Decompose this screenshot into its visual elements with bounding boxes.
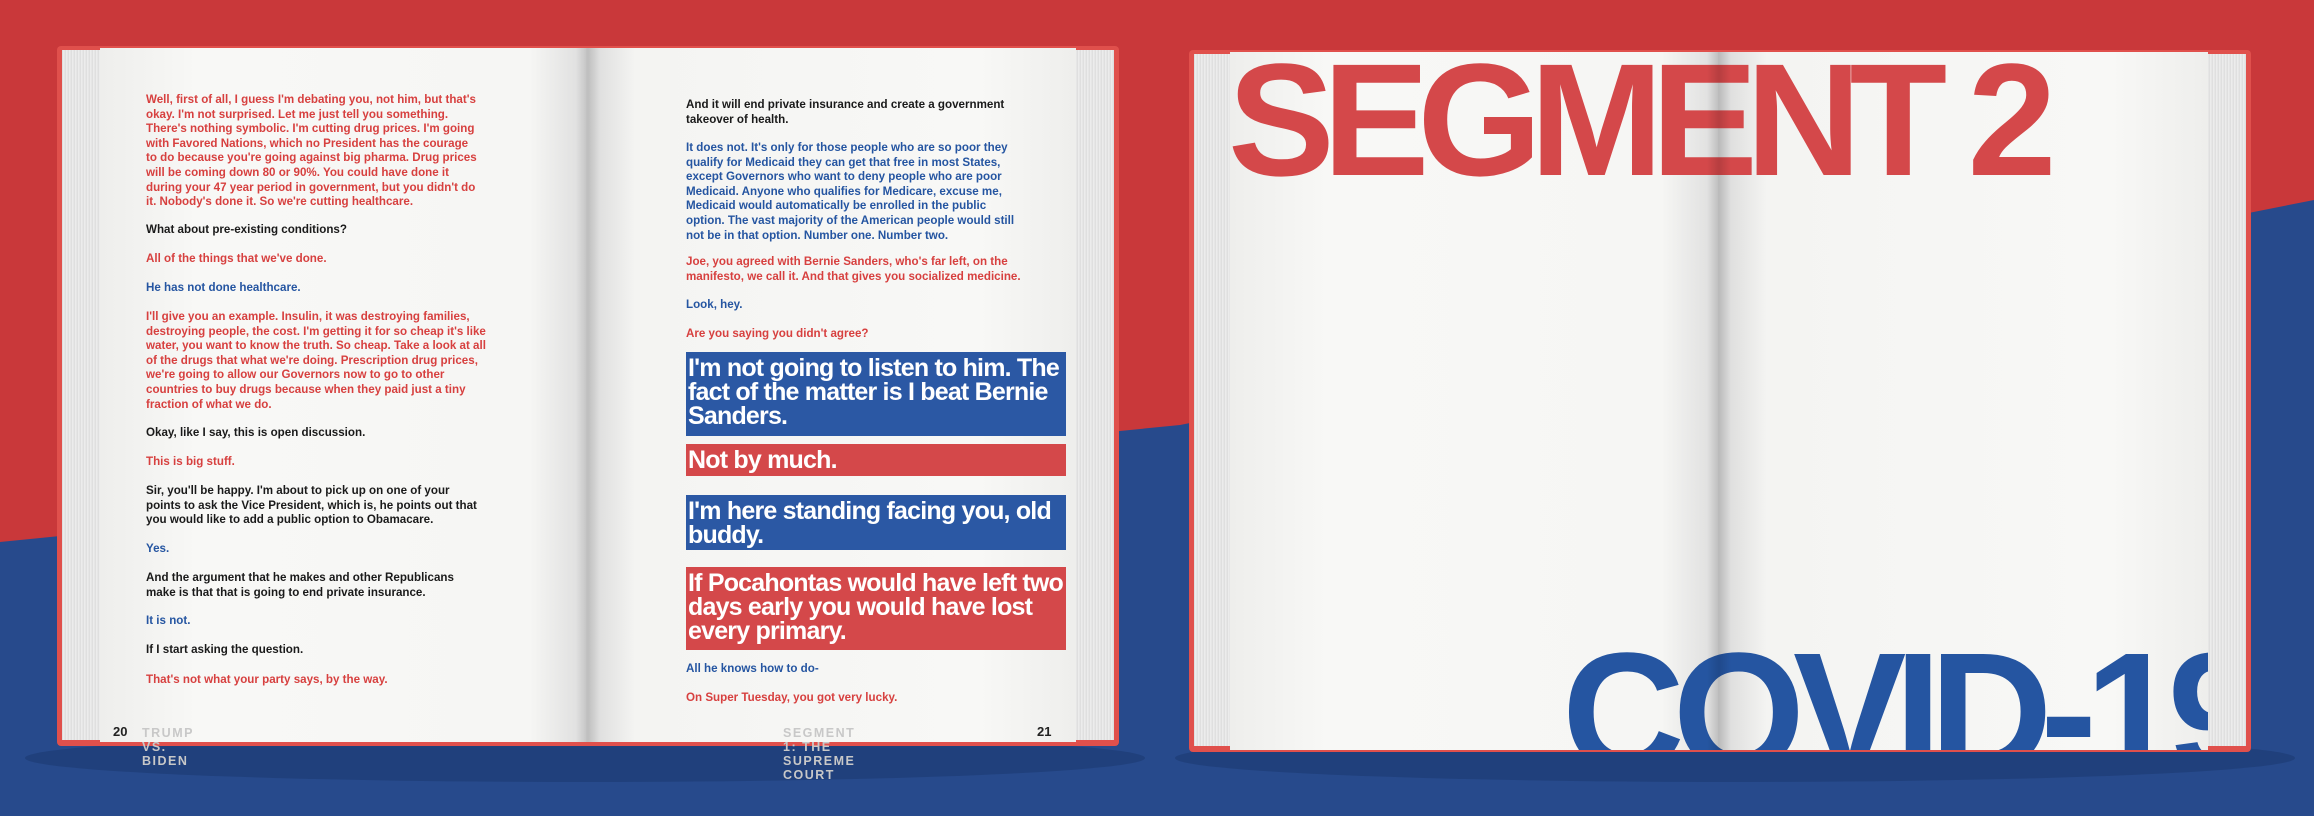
right-paragraph: Joe, you agreed with Bernie Sanders, who… [686,255,1021,283]
page-number-right: 21 [1037,724,1052,739]
left-paragraph: If I start asking the question. [146,643,304,656]
left-paragraph: Sir, you'll be happy. I'm about to pick … [146,484,477,527]
segment-topic: COVID-19 [1562,618,2208,750]
right-paragraph: It does not. It's only for those people … [686,141,1015,242]
page-stack-right [1074,50,1114,740]
left-paragraph: He has not done healthcare. [146,281,301,294]
pull-quote: If Pocahontas would have left two days e… [686,567,1066,650]
pull-quote: I'm not going to listen to him. The fact… [686,352,1066,436]
right-paragraph: On Super Tuesday, you got very lucky. [686,691,898,704]
segment-heading: SEGMENT 2 [1230,52,2057,209]
gutter-shadow [576,48,600,742]
left-paragraph: Okay, like I say, this is open discussio… [146,426,366,439]
gutter-shadow [1707,52,1731,750]
page-number-left: 20 [113,724,128,739]
running-title-left: TRUMP VS. BIDEN [142,726,194,768]
left-paragraph: That's not what your party says, by the … [146,673,388,686]
right-paragraph: All he knows how to do- [686,662,819,675]
left-paragraph: This is big stuff. [146,455,235,468]
left-paragraph: I'll give you an example. Insulin, it wa… [146,310,486,411]
left-paragraph: Yes. [146,542,170,555]
right-paragraph: Look, hey. [686,298,743,311]
left-paragraph: Well, first of all, I guess I'm debating… [146,93,477,209]
left-paragraph: It is not. [146,614,191,627]
right-paragraph: And it will end private insurance and cr… [686,98,1005,126]
left-paragraph: All of the things that we've done. [146,252,327,265]
left-paragraph: What about pre-existing conditions? [146,223,347,236]
pull-quote: I'm here standing facing you, old buddy. [686,495,1066,550]
page-stack-left [62,50,102,740]
running-title-right: SEGMENT 1: THE SUPREME COURT [783,726,856,782]
page-stack-left [1194,54,1234,746]
right-paragraph: Are you saying you didn't agree? [686,327,869,340]
page-stack-right [2206,54,2246,746]
pull-quote: Not by much. [686,444,1066,476]
left-paragraph: And the argument that he makes and other… [146,571,454,599]
